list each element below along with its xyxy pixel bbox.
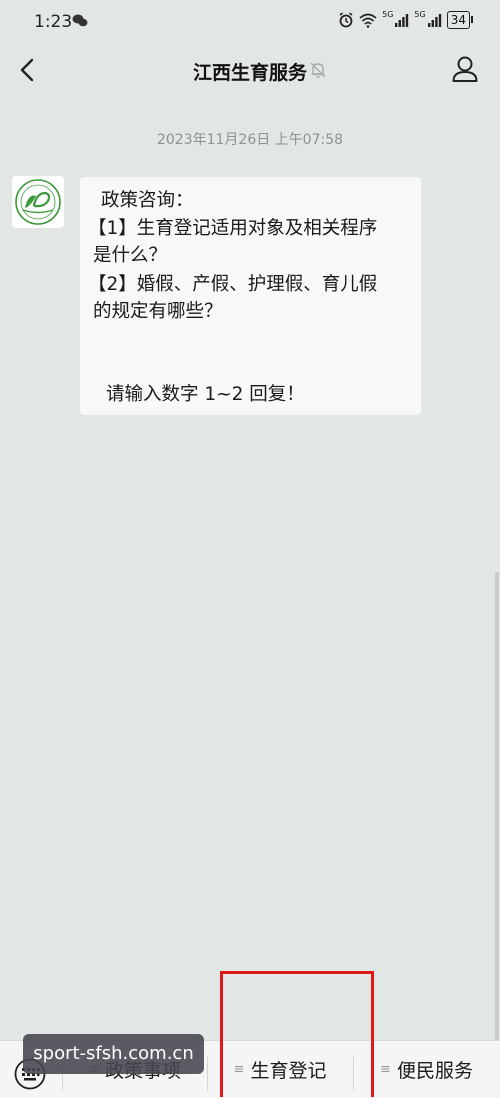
mute-notifications-icon [310,62,326,78]
account-avatar[interactable] [12,176,64,228]
message-bubble[interactable]: 政策咨询： 【1】生育登记适用对象及相关程序 是什么？ 【2】婚假、产假、护理假… [80,177,421,415]
cell-signal-icon-2 [427,14,441,27]
wechat-notification-icon [72,14,88,27]
cell-signal-icon-1 [395,14,409,27]
menu-list-icon: ≡ [380,1062,391,1077]
message-line: 是什么？ [93,245,168,266]
scrollbar[interactable] [495,572,499,1042]
message-line: 请输入数字 1~2 回复！ [106,384,305,405]
logo-icon [15,179,61,225]
profile-icon[interactable] [450,54,480,84]
highlight-annotation-box [220,971,374,1097]
nav-bar: 江西生育服务 [0,48,500,92]
page-title: 江西生育服务 [192,62,307,84]
network-type-label-2: 5G [414,9,426,19]
battery-indicator: 34 [446,11,474,29]
message-line: 【1】生育登记适用对象及相关程序 [88,218,378,239]
wifi-icon [359,13,377,28]
status-time: 1:23 [34,12,73,32]
menu-item-public-services[interactable]: ≡ 便民服务 [353,1041,500,1098]
watermark: sport-sfsh.com.cn [23,1034,204,1074]
status-bar: 1:23 5G 5G 34 [0,0,500,48]
alarm-icon [339,12,353,28]
network-type-label-1: 5G [382,9,394,19]
message-line: 【2】婚假、产假、护理假、育儿假 [88,274,378,295]
message-line: 的规定有哪些？ [93,301,223,322]
status-icons: 5G 5G 34 [338,9,474,29]
message-timestamp: 2023年11月26日 上午07:58 [156,132,344,148]
menu-item-label: 便民服务 [396,1060,473,1082]
message-line: 政策咨询： [101,190,194,211]
